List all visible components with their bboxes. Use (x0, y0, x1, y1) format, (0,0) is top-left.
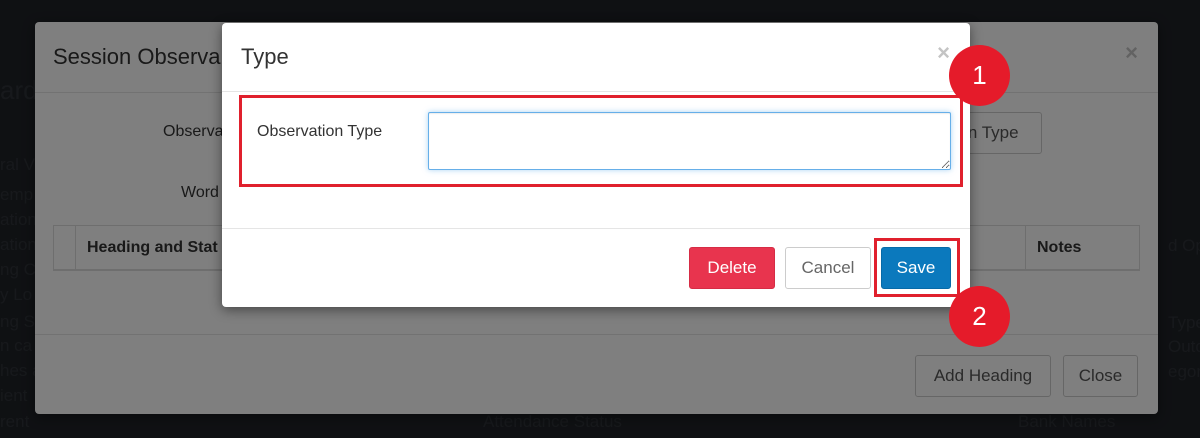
annotation-box-1 (239, 95, 963, 187)
annotation-badge-1: 1 (949, 45, 1010, 106)
modal-header: Type × (222, 23, 970, 92)
delete-button[interactable]: Delete (689, 247, 775, 289)
close-icon[interactable]: × (937, 40, 950, 66)
annotation-box-2 (874, 238, 960, 297)
annotation-badge-2: 2 (949, 286, 1010, 347)
cancel-button[interactable]: Cancel (785, 247, 871, 289)
modal-title: Type (241, 44, 289, 69)
